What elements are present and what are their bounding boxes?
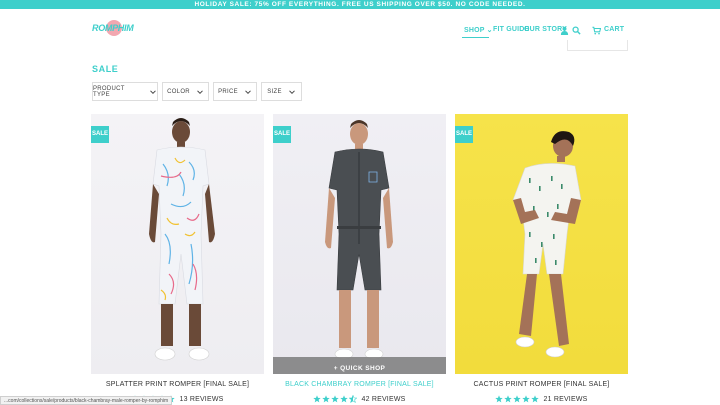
nav-cart[interactable]: CART	[604, 26, 624, 33]
star-icon	[504, 395, 513, 403]
star-icon	[513, 395, 522, 403]
star-icon	[322, 395, 331, 403]
cart-dropdown-panel	[567, 40, 628, 51]
chevron-down-icon	[197, 89, 203, 94]
review-count: 21 REVIEWS	[543, 395, 588, 403]
filter-label: PRODUCT TYPE	[93, 85, 125, 98]
status-bar-url: ...com/collections/sale/products/black-c…	[0, 396, 173, 405]
product-rating[interactable]: 42 REVIEWS	[273, 394, 446, 404]
chevron-down-icon	[245, 89, 251, 94]
star-icon	[531, 395, 540, 403]
product-image[interactable]	[91, 114, 264, 374]
star-icon	[522, 395, 531, 403]
star-icon	[495, 395, 504, 403]
star-icon	[340, 395, 349, 403]
cart-icon[interactable]	[592, 26, 601, 35]
product-card-splatter[interactable]: SALE	[91, 114, 264, 374]
product-card-black-chambray[interactable]: SALE + QUICK SHOP	[273, 114, 446, 374]
quick-shop-button[interactable]: + QUICK SHOP	[273, 357, 446, 374]
filter-label: COLOR	[167, 88, 190, 95]
chevron-down-icon	[288, 89, 295, 94]
product-card-cactus[interactable]: SALE	[455, 114, 628, 374]
filter-size[interactable]: SIZE	[261, 82, 302, 101]
filter-product-type[interactable]: PRODUCT TYPE	[92, 82, 158, 101]
page-title: SALE	[92, 64, 119, 74]
product-title[interactable]: SPLATTER PRINT ROMPER [FINAL SALE]	[91, 381, 264, 388]
nav-shop-underline	[462, 37, 489, 38]
nav-shop-label: SHOP	[464, 27, 485, 34]
product-image[interactable]	[455, 114, 628, 374]
brand-logo[interactable]: ROMPHIM	[92, 20, 134, 38]
product-title[interactable]: CACTUS PRINT ROMPER [FINAL SALE]	[455, 381, 628, 388]
promo-banner: HOLIDAY SALE: 75% OFF EVERYTHING. FREE U…	[0, 0, 720, 9]
star-icon	[331, 395, 340, 403]
review-count: 13 REVIEWS	[179, 395, 224, 403]
filter-label: SIZE	[267, 88, 282, 95]
product-rating[interactable]: 21 REVIEWS	[455, 394, 628, 404]
filter-color[interactable]: COLOR	[162, 82, 209, 101]
logo-text: ROMPHIM	[92, 23, 134, 33]
product-title[interactable]: BLACK CHAMBRAY ROMPER [FINAL SALE]	[273, 381, 446, 388]
chevron-down-icon: ⌄	[486, 27, 493, 34]
star-icon	[313, 395, 322, 403]
user-icon[interactable]	[560, 26, 569, 35]
filter-price[interactable]: PRICE	[213, 82, 257, 101]
search-icon[interactable]	[572, 26, 581, 35]
star-half-icon	[349, 395, 358, 403]
nav-shop[interactable]: SHOP ⌄	[464, 26, 493, 34]
review-count: 42 REVIEWS	[361, 395, 406, 403]
chevron-down-icon	[150, 89, 156, 94]
product-image[interactable]	[273, 114, 446, 374]
filter-label: PRICE	[218, 88, 238, 95]
